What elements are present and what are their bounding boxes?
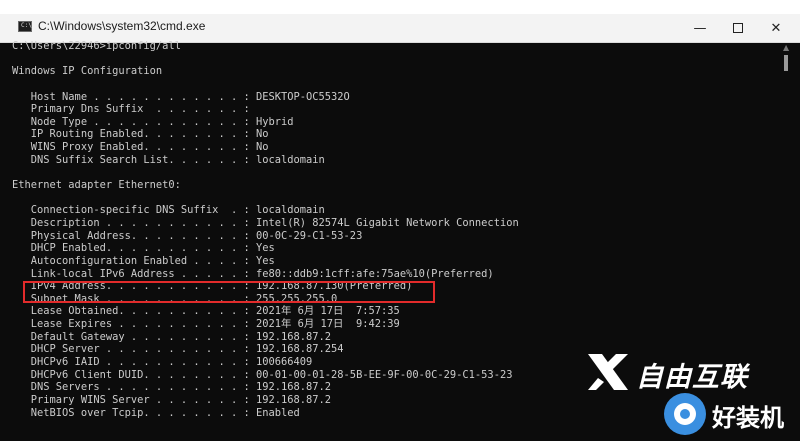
scrollbar-track[interactable]	[780, 43, 800, 441]
app-icon-text: C:\	[21, 22, 32, 29]
console-line: DNS Suffix Search List. . . . . . : loca…	[12, 153, 325, 166]
console-line: WINS Proxy Enabled. . . . . . . . : No	[12, 141, 269, 154]
brand-x-logo-icon	[588, 354, 628, 390]
brand2-watermark-text: 好装机	[712, 404, 784, 432]
console-line: DHCP Enabled. . . . . . . . . . . : Yes	[12, 242, 275, 255]
close-button[interactable]: ✕	[756, 14, 796, 42]
console-line: C:\Users\22946>ipconfig/all	[12, 40, 181, 52]
console-line: NetBIOS over Tcpip. . . . . . . . : Enab…	[12, 406, 300, 419]
brand2-logo-icon	[664, 393, 706, 435]
console-line: Windows IP Configuration	[12, 65, 163, 78]
console-line: Description . . . . . . . . . . . : Inte…	[12, 216, 519, 229]
console-line: Primary Dns Suffix . . . . . . . :	[12, 103, 250, 116]
console-line: Default Gateway . . . . . . . . . : 192.…	[12, 330, 332, 343]
scrollbar-thumb[interactable]	[784, 55, 788, 71]
console-line: Autoconfiguration Enabled . . . . : Yes	[12, 254, 275, 267]
close-icon: ✕	[770, 20, 782, 36]
console-line: Ethernet adapter Ethernet0:	[12, 179, 181, 192]
maximize-button[interactable]	[718, 14, 758, 42]
console-line: Host Name . . . . . . . . . . . . : DESK…	[12, 90, 350, 103]
top-edge	[0, 0, 800, 14]
ipv4-highlight-box	[23, 281, 435, 303]
minimize-icon: —	[693, 20, 707, 36]
console-line: Link-local IPv6 Address . . . . . : fe80…	[12, 267, 494, 280]
minimize-button[interactable]: —	[680, 14, 720, 42]
cmd-window: C:\ C:\Windows\system32\cmd.exe — ✕ C:\U…	[0, 0, 800, 441]
console-line: Lease Obtained. . . . . . . . . . : 2021…	[12, 305, 400, 318]
window-title: C:\Windows\system32\cmd.exe	[38, 19, 206, 33]
console-line: Primary WINS Server . . . . . . . : 192.…	[12, 393, 332, 406]
console-line: Node Type . . . . . . . . . . . . : Hybr…	[12, 115, 294, 128]
console-line: Lease Expires . . . . . . . . . . : 2021…	[12, 318, 400, 331]
scroll-up-arrow-icon[interactable]: ▲	[783, 43, 789, 52]
console-line: Physical Address. . . . . . . . . : 00-0…	[12, 229, 363, 242]
cmd-app-icon[interactable]: C:\	[18, 21, 32, 32]
console-line: IP Routing Enabled. . . . . . . . : No	[12, 128, 269, 141]
maximize-icon	[733, 23, 743, 33]
console-line: Connection-specific DNS Suffix . : local…	[12, 204, 325, 217]
brand-watermark-text: 自由互联	[636, 362, 748, 393]
